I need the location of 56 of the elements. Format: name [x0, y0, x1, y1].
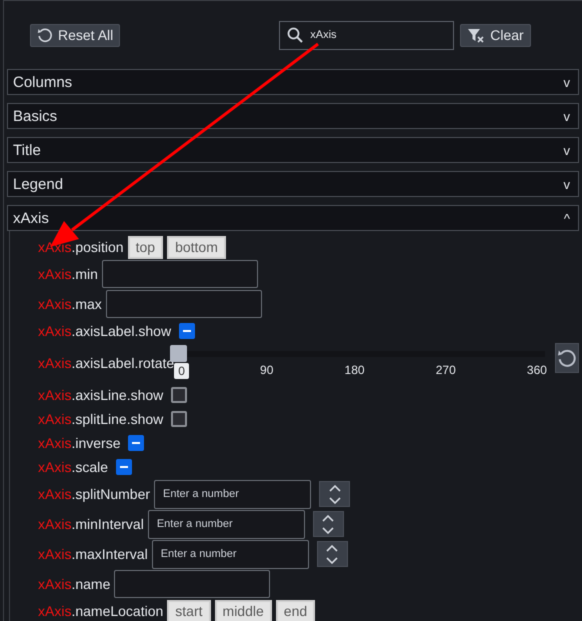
reset-button[interactable]: [555, 343, 579, 373]
setting-label: xAxis.axisLine.show: [38, 387, 164, 403]
checkbox[interactable]: [128, 435, 144, 451]
filter-clear-icon: [467, 27, 486, 43]
spin-buttons[interactable]: [319, 481, 350, 507]
spin-buttons[interactable]: [316, 541, 348, 567]
setting-label: xAxis.axisLabel.show: [38, 323, 172, 339]
reset-icon: [557, 348, 577, 368]
reset-all-button[interactable]: Reset All: [30, 24, 120, 46]
text-field[interactable]: [102, 260, 258, 288]
search-icon: [287, 26, 304, 42]
text-field[interactable]: [106, 290, 262, 318]
setting-label: xAxis.nameLocation: [38, 603, 164, 619]
option-button[interactable]: start: [167, 600, 211, 621]
tick-label: 360: [526, 363, 547, 379]
section-header[interactable]: Basics v: [7, 103, 579, 129]
search-field[interactable]: xAxis: [279, 20, 454, 50]
setting-label: xAxis.max: [38, 296, 102, 312]
setting-label: xAxis.maxInterval: [38, 546, 148, 562]
checkbox[interactable]: [179, 323, 196, 339]
section-header[interactable]: xAxis ^: [7, 205, 579, 231]
option-button[interactable]: top: [128, 236, 164, 258]
up-chevron-icon: [326, 544, 338, 552]
setting-label: xAxis.splitLine.show: [38, 411, 164, 427]
option-button[interactable]: bottom: [167, 236, 226, 258]
setting-label: xAxis.scale: [38, 459, 108, 475]
tick-label: 90: [260, 363, 274, 379]
setting-label: xAxis.name: [38, 576, 110, 592]
down-chevron-icon: [328, 496, 341, 504]
spin-buttons[interactable]: [312, 511, 344, 537]
checkbox[interactable]: [116, 459, 132, 475]
setting-label: xAxis.minInterval: [38, 516, 144, 532]
checkbox[interactable]: [171, 387, 188, 403]
section-header[interactable]: Legend v: [7, 171, 579, 197]
checkbox[interactable]: [171, 411, 188, 427]
up-chevron-icon: [322, 514, 334, 522]
tick-label: 270: [436, 363, 456, 379]
number-field[interactable]: Enter a number: [148, 510, 305, 538]
section-header[interactable]: Title v: [7, 137, 579, 163]
setting-label: xAxis.inverse: [38, 435, 120, 451]
number-field[interactable]: Enter a number: [152, 540, 309, 568]
option-button[interactable]: middle: [214, 600, 272, 621]
number-field[interactable]: Enter a number: [154, 480, 312, 508]
section-header[interactable]: Columns v: [7, 69, 579, 95]
setting-label: xAxis.axisLabel.rotate: [38, 355, 174, 371]
option-button[interactable]: end: [276, 600, 316, 621]
text-field[interactable]: [114, 570, 270, 598]
tick-label: 180: [344, 363, 365, 379]
up-chevron-icon: [328, 484, 341, 492]
setting-label: xAxis.min: [38, 266, 98, 282]
down-chevron-icon: [326, 556, 338, 564]
clear-button[interactable]: Clear: [460, 24, 531, 46]
slider-value: 0: [174, 363, 189, 379]
reset-icon: [37, 27, 53, 43]
setting-label: xAxis.splitNumber: [38, 486, 150, 502]
down-chevron-icon: [322, 526, 334, 534]
